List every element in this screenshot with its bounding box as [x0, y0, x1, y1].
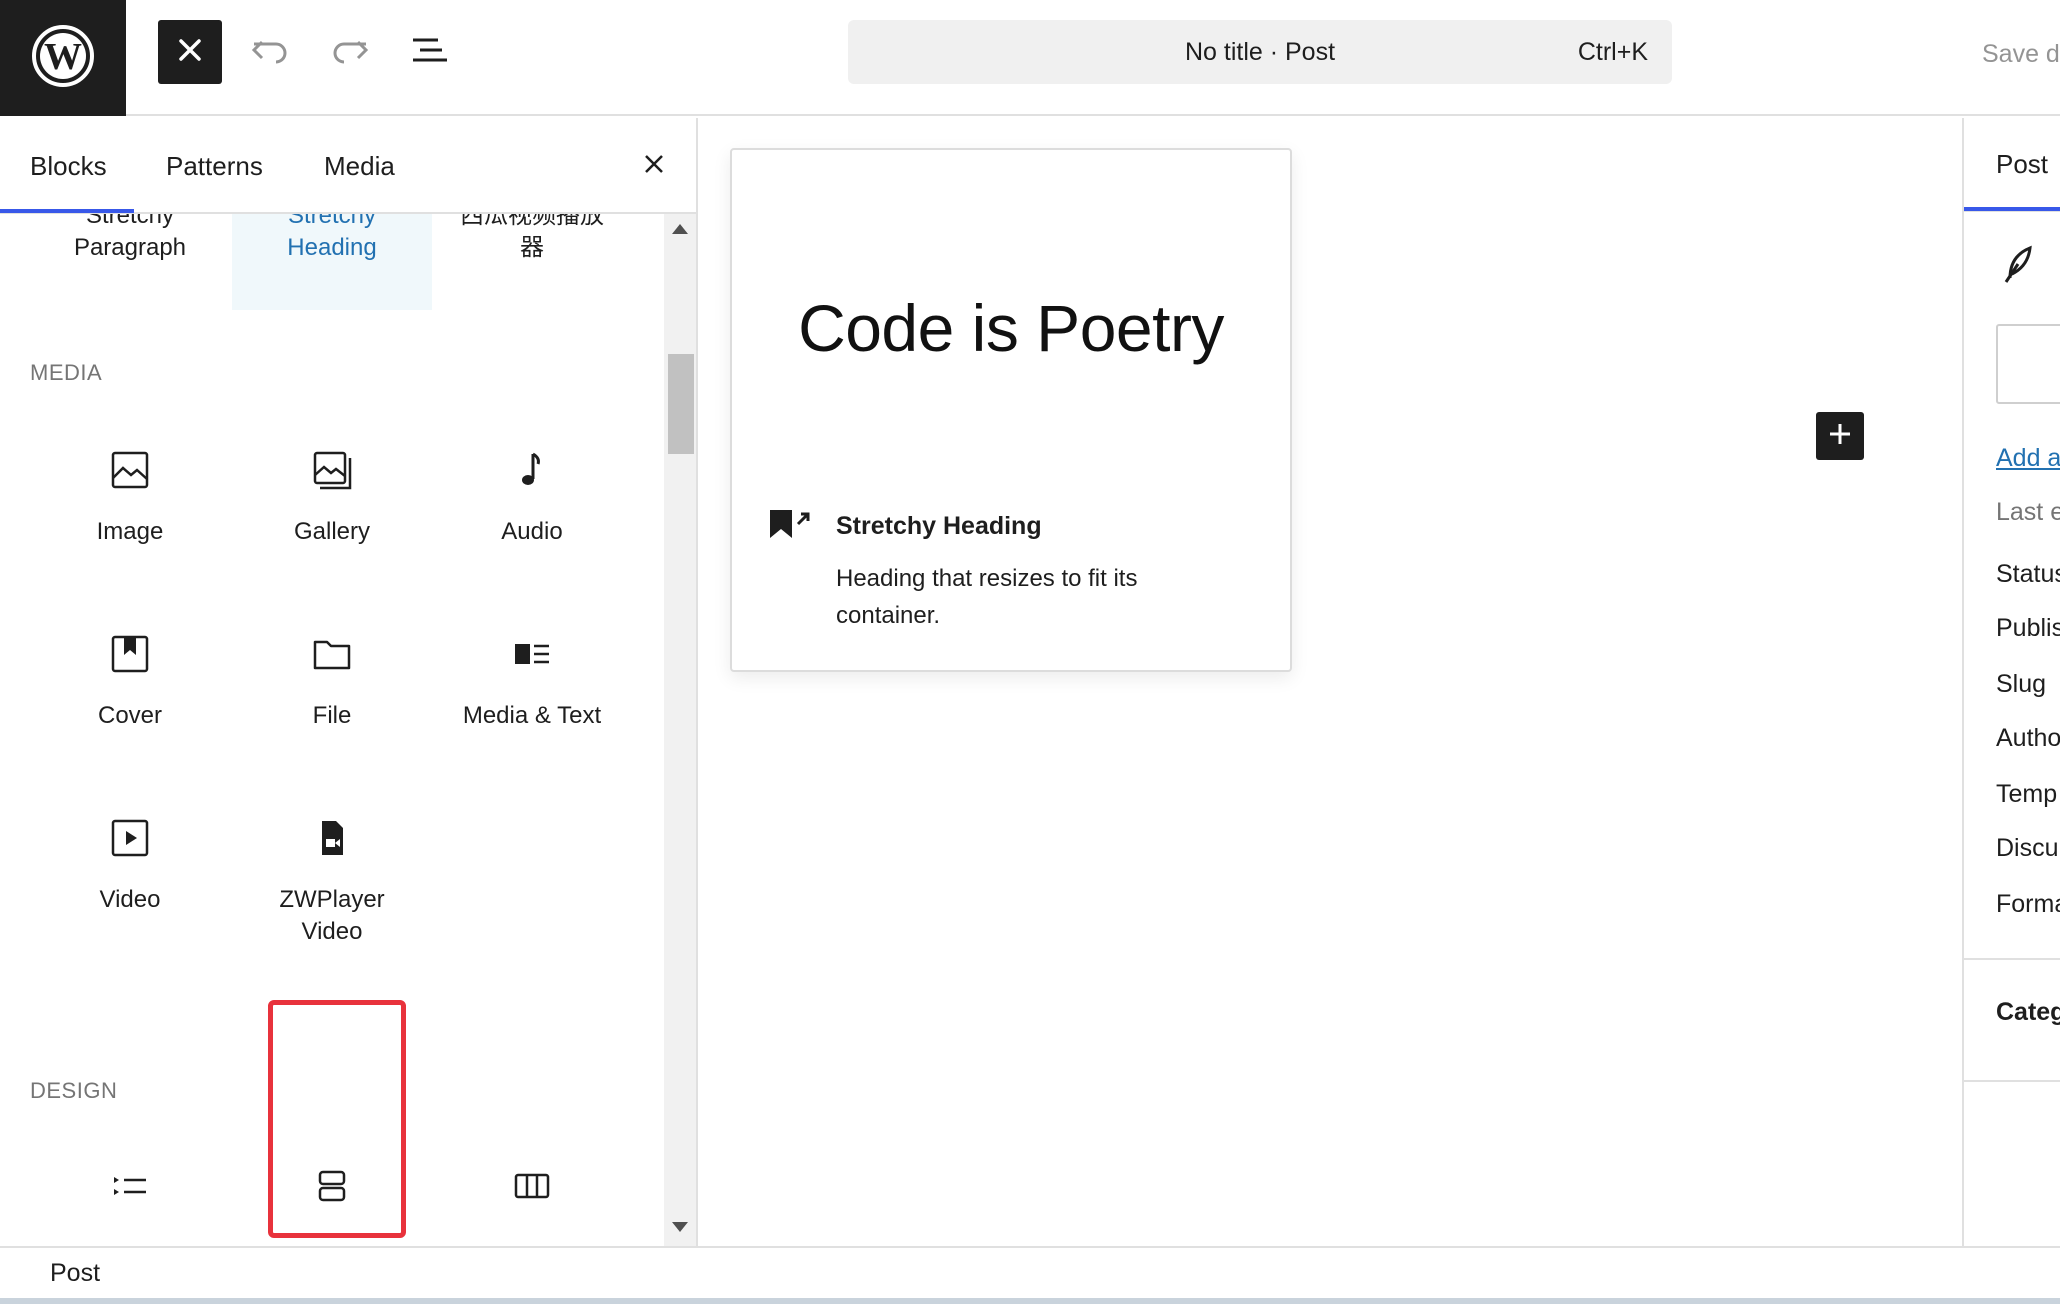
- section-divider: [1964, 958, 2060, 960]
- inserter-scrollbar[interactable]: [664, 214, 696, 1246]
- preview-heading: Code is Poetry: [798, 291, 1224, 365]
- block-media-text[interactable]: Media & Text: [432, 628, 632, 732]
- block-design-group[interactable]: [232, 1160, 432, 1232]
- block-zwplayer-video[interactable]: ZWPlayer Video: [232, 812, 432, 948]
- format-row-label[interactable]: Forma: [1996, 890, 2060, 919]
- author-row-label[interactable]: Autho: [1996, 724, 2060, 753]
- undo-icon: [250, 34, 290, 71]
- status-row-label[interactable]: Status: [1996, 560, 2060, 589]
- block-label: Video: [99, 886, 161, 913]
- block-label: Image: [96, 518, 164, 545]
- block-label: Audio: [501, 518, 563, 545]
- list-icon: [110, 1166, 150, 1215]
- block-image[interactable]: Image: [30, 444, 230, 548]
- block-preview-popover: Code is Poetry Stretchy Heading Heading …: [730, 148, 1292, 672]
- footer-edge-bar: [0, 1298, 2060, 1304]
- categories-panel-toggle[interactable]: Categ: [1996, 998, 2060, 1027]
- scroll-up-arrow-icon[interactable]: [672, 224, 688, 234]
- block-video[interactable]: Video: [30, 812, 230, 916]
- feather-icon: [2004, 244, 2034, 289]
- document-overview-button[interactable]: [398, 20, 462, 84]
- block-audio[interactable]: Audio: [432, 444, 632, 548]
- close-icon: [177, 37, 203, 68]
- scroll-down-arrow-icon[interactable]: [672, 1222, 688, 1232]
- command-palette-title: No title · Post: [1184, 38, 1336, 66]
- block-stretchy-paragraph[interactable]: Stretchy Paragraph: [30, 214, 230, 264]
- editor-header: W No title · Post Ctrl+K Save draft: [0, 0, 2060, 116]
- tab-patterns[interactable]: Patterns: [166, 118, 263, 214]
- preview-block-title: Stretchy Heading: [836, 512, 1042, 540]
- command-palette-shortcut: Ctrl+K: [1577, 38, 1648, 66]
- group-stack-icon: [312, 1166, 352, 1215]
- publish-row-label[interactable]: Publis: [1996, 614, 2060, 643]
- add-block-button[interactable]: [1816, 412, 1864, 460]
- block-file[interactable]: File: [232, 628, 432, 732]
- save-draft-button[interactable]: Save draft: [1982, 0, 2060, 108]
- tab-post[interactable]: Post: [1996, 118, 2048, 210]
- block-label: File: [312, 702, 352, 729]
- wordpress-logo-button[interactable]: W: [0, 0, 126, 116]
- block-label-partial: 西瓜视频播放: [460, 214, 604, 229]
- category-title-design: DESIGN: [30, 1078, 118, 1103]
- section-divider: [1964, 1080, 2060, 1082]
- tab-media[interactable]: Media: [324, 118, 395, 214]
- editor-footer: Post: [0, 1246, 2060, 1304]
- undo-button[interactable]: [238, 20, 302, 84]
- editor-canvas[interactable]: Code is Poetry Stretchy Heading Heading …: [700, 118, 1962, 1246]
- slug-row-label[interactable]: Slug: [1996, 670, 2046, 699]
- block-label: Heading: [287, 234, 377, 261]
- inserter-tabs: Blocks Patterns Media: [0, 118, 696, 214]
- gallery-icon: [312, 450, 352, 499]
- discussion-row-label[interactable]: Discu: [1996, 834, 2059, 863]
- block-label: Gallery: [293, 518, 371, 545]
- excerpt-field[interactable]: [1996, 324, 2060, 404]
- file-icon: [312, 634, 352, 683]
- scrollbar-thumb[interactable]: [668, 354, 694, 454]
- category-title-media: MEDIA: [30, 360, 103, 385]
- columns-icon: [512, 1166, 552, 1215]
- wordpress-logo-icon: W: [31, 24, 95, 93]
- last-edited-text: Last e: [1996, 498, 2060, 526]
- svg-text:W: W: [44, 36, 82, 78]
- close-inserter-panel-button[interactable]: [630, 142, 678, 190]
- block-gallery[interactable]: Gallery: [232, 444, 432, 548]
- add-excerpt-link[interactable]: Add a: [1996, 444, 2060, 473]
- cover-icon: [110, 634, 150, 683]
- image-icon: [110, 450, 150, 499]
- bookmark-expand-icon: [768, 508, 816, 544]
- document-overview-icon: [410, 34, 450, 71]
- block-label: 器: [520, 234, 544, 261]
- block-label-partial: Stretchy: [287, 214, 377, 229]
- close-icon: [642, 152, 666, 181]
- active-tab-indicator: [1964, 207, 2060, 211]
- preview-block-description: Heading that resizes to fit its containe…: [836, 565, 1138, 629]
- settings-sidebar: Post Add a Last e Status Publis Slug Aut…: [1962, 118, 2060, 1246]
- plus-icon: [1827, 421, 1853, 452]
- block-cover[interactable]: Cover: [30, 628, 230, 732]
- redo-icon: [330, 34, 370, 71]
- block-design-list[interactable]: [30, 1160, 230, 1232]
- zwplayer-video-icon: [312, 818, 352, 867]
- inserter-block-list: Stretchy Paragraph Stretchy Heading 西瓜视频…: [0, 214, 664, 1246]
- block-xigua-video-player[interactable]: 西瓜视频播放 器: [432, 214, 632, 264]
- block-design-columns[interactable]: [432, 1160, 632, 1232]
- tab-blocks[interactable]: Blocks: [30, 118, 107, 214]
- redo-button[interactable]: [318, 20, 382, 84]
- block-label-line2: Video: [301, 918, 363, 945]
- breadcrumb-post[interactable]: Post: [50, 1248, 100, 1298]
- close-inserter-button[interactable]: [158, 20, 222, 84]
- block-label: Media & Text: [462, 702, 602, 729]
- audio-icon: [512, 450, 552, 499]
- command-palette-button[interactable]: No title · Post Ctrl+K: [848, 20, 1672, 84]
- block-inserter-panel: Blocks Patterns Media Stretchy Paragraph…: [0, 118, 698, 1246]
- active-tab-indicator: [0, 209, 134, 213]
- block-label-line1: ZWPlayer: [279, 886, 385, 913]
- video-icon: [110, 818, 150, 867]
- block-label: Cover: [97, 702, 163, 729]
- block-stretchy-heading[interactable]: Stretchy Heading: [232, 214, 432, 310]
- block-label: Paragraph: [73, 234, 187, 261]
- block-label-partial: Stretchy: [85, 214, 175, 229]
- media-text-icon: [512, 634, 552, 683]
- template-row-label[interactable]: Temp: [1996, 780, 2057, 809]
